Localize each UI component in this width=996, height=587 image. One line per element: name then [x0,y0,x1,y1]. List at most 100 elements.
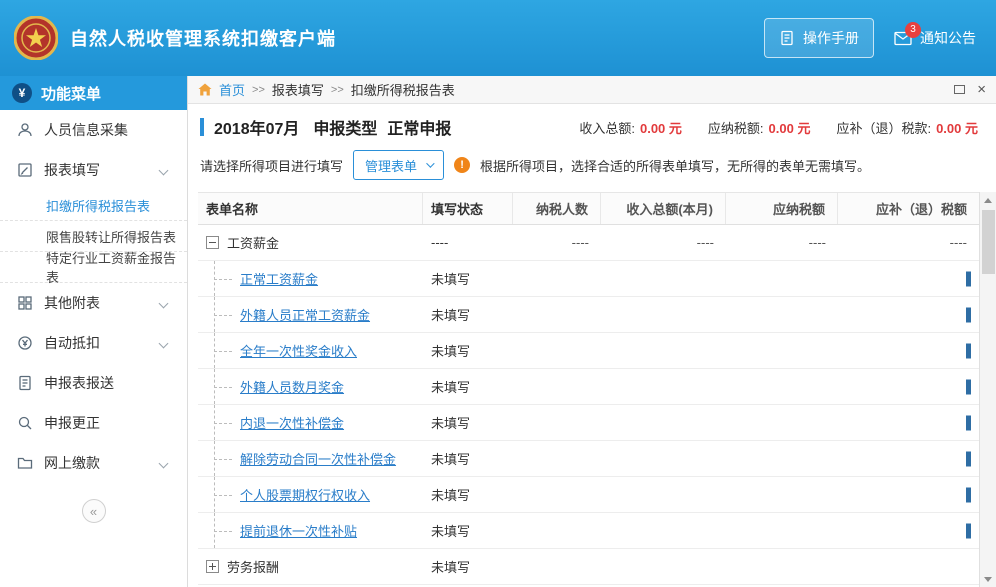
maximize-icon[interactable] [954,85,965,94]
national-emblem-logo [14,16,58,60]
notice-button[interactable]: 3 通知公告 [888,19,982,57]
forms-table-wrap: 表单名称 填写状态 纳税人数 收入总额(本月) 应纳税额 应补（退）税额 工资薪… [198,192,996,587]
sidebar-item-other-schedules[interactable]: 其他附表 [0,283,187,323]
toolbar-hint: 请选择所得项目进行填写 [200,156,343,175]
sidebar-item-declaration-correction[interactable]: 申报更正 [0,403,187,443]
chevron-down-icon [159,298,169,308]
form-name-cell: 个人股票期权行权收入 [198,477,423,512]
notice-badge: 3 [905,22,921,38]
table-row: 个人股票期权行权收入 未填写 [198,477,979,513]
brand: 自然人税收管理系统扣缴客户端 [14,16,336,60]
submenu-item-withholding-report[interactable]: 扣缴所得税报告表 [0,190,187,221]
report-fill-submenu: 扣缴所得税报告表 限售股转让所得报告表 特定行业工资薪金报告表 [0,190,187,283]
toolbar: 请选择所得项目进行填写 管理表单 根据所得项目，选择合适的所得表单填写，无所得的… [198,148,996,190]
table-scrollbar[interactable] [979,192,996,587]
sidebar-item-online-payment[interactable]: 网上缴款 [0,443,187,483]
group-row-labor: 劳务报酬 未填写 [198,549,979,585]
row-marker [966,487,971,502]
main-area: 首页 >> 报表填写 >> 扣缴所得税报告表 2018年07月 申报类型 正常申… [188,76,996,587]
table-row: 全年一次性奖金收入 未填写 [198,333,979,369]
table-row: 外籍人员数月奖金 未填写 [198,369,979,405]
status-cell: 未填写 [423,369,513,404]
coin-icon [12,83,32,103]
chevron-down-icon [159,458,169,468]
chevron-down-icon [159,165,169,175]
form-link[interactable]: 正常工资薪金 [240,269,318,288]
window-controls [954,82,986,97]
sidebar-item-report-submit[interactable]: 申报表报送 [0,363,187,403]
title-accent-bar [200,118,204,136]
scroll-down-arrow[interactable] [980,571,996,587]
scrollbar-thumb[interactable] [982,210,995,274]
row-marker [966,379,971,394]
sidebar-collapse-button[interactable] [82,499,106,523]
coin-yen-icon [16,334,34,352]
scroll-up-arrow[interactable] [980,192,996,208]
top-actions: 操作手册 3 通知公告 [764,18,982,58]
document-send-icon [16,374,34,392]
breadcrumb-report-fill[interactable]: 报表填写 [272,80,324,99]
toolbar-info-text: 根据所得项目，选择合适的所得表单填写，无所得的表单无需填写。 [480,156,870,175]
row-marker [966,343,971,358]
status-cell: 未填写 [423,297,513,332]
sidebar-item-report-fill[interactable]: 报表填写 [0,150,187,190]
manual-button-label: 操作手册 [803,28,859,48]
form-pencil-icon [16,161,34,179]
submenu-item-label: 限售股转让所得报告表 [46,227,176,246]
status-cell: 未填写 [423,477,513,512]
submenu-item-specific-industry[interactable]: 特定行业工资薪金报告表 [0,252,187,283]
sidebar-item-auto-deduction[interactable]: 自动抵扣 [0,323,187,363]
menu-title: 功能菜单 [41,83,101,104]
manual-button[interactable]: 操作手册 [764,18,874,58]
sidebar-item-label: 其他附表 [44,293,100,313]
document-icon [779,30,795,46]
status-cell: 未填写 [423,261,513,296]
app-header: 自然人税收管理系统扣缴客户端 操作手册 [0,0,996,76]
breadcrumb-separator: >> [252,84,265,96]
status-cell: 未填写 [423,549,513,584]
person-icon [16,121,34,139]
refund-stat: 应补（退）税款: 0.00 元 [836,118,978,137]
expand-expander-icon[interactable] [206,560,219,573]
breadcrumb-separator: >> [331,84,344,96]
taxpayer-cell: ---- [513,225,601,260]
group-row-salary: 工资薪金 ---- ---- ---- ---- ---- [198,225,979,261]
form-link[interactable]: 外籍人员数月奖金 [240,377,344,396]
header-fill-status: 填写状态 [423,193,513,224]
form-name-cell: 正常工资薪金 [198,261,423,296]
table-row: 内退一次性补偿金 未填写 [198,405,979,441]
page-title: 2018年07月 申报类型 正常申报 [200,115,451,139]
content: 2018年07月 申报类型 正常申报 收入总额: 0.00 元 应纳税额: 0.… [188,104,996,587]
form-link[interactable]: 全年一次性奖金收入 [240,341,357,360]
header-form-name: 表单名称 [198,193,423,224]
declaration-type-value: 正常申报 [387,115,451,139]
refund-cell: ---- [838,225,979,260]
sidebar-item-label: 报表填写 [44,160,100,180]
form-link[interactable]: 外籍人员正常工资薪金 [240,305,370,324]
collapse-expander-icon[interactable] [206,236,219,249]
row-marker [966,451,971,466]
form-link[interactable]: 提前退休一次性补贴 [240,521,357,540]
close-icon[interactable] [977,82,986,97]
tax-payable-stat: 应纳税额: 0.00 元 [708,118,811,137]
form-link[interactable]: 解除劳动合同一次性补偿金 [240,449,396,468]
sidebar-item-label: 申报更正 [44,413,100,433]
table-header-row: 表单名称 填写状态 纳税人数 收入总额(本月) 应纳税额 应补（退）税额 [198,193,979,225]
manage-forms-button[interactable]: 管理表单 [353,150,444,180]
submenu-item-label: 特定行业工资薪金报告表 [46,248,187,286]
declaration-type-label: 申报类型 [313,115,377,139]
forms-table: 表单名称 填写状态 纳税人数 收入总额(本月) 应纳税额 应补（退）税额 工资薪… [198,192,979,587]
form-name-cell: 解除劳动合同一次性补偿金 [198,441,423,476]
sidebar-nav: 人员信息采集 报表填写 扣缴所得税报告表 [0,110,187,483]
form-link[interactable]: 个人股票期权行权收入 [240,485,370,504]
sidebar-item-personnel[interactable]: 人员信息采集 [0,110,187,150]
sidebar: 功能菜单 人员信息采集 [0,76,188,587]
header-taxpayer-count: 纳税人数 [513,193,601,224]
status-cell: 未填写 [423,441,513,476]
form-link[interactable]: 内退一次性补偿金 [240,413,344,432]
breadcrumb-home[interactable]: 首页 [219,80,245,99]
form-name-cell: 全年一次性奖金收入 [198,333,423,368]
status-cell: 未填写 [423,405,513,440]
summary-stats: 收入总额: 0.00 元 应纳税额: 0.00 元 应补（退）税款: 0.00 … [579,118,978,137]
breadcrumb: 首页 >> 报表填写 >> 扣缴所得税报告表 [188,76,996,104]
